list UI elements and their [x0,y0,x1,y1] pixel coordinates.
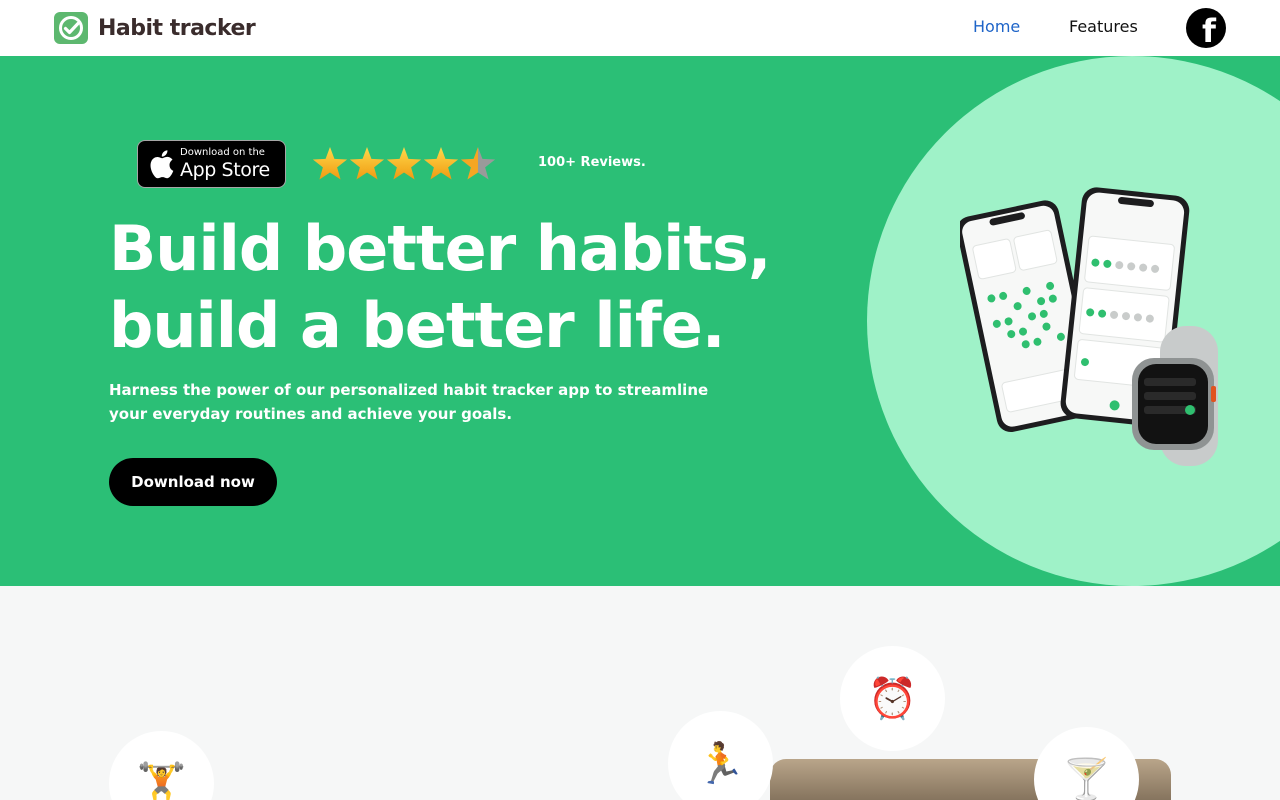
apple-icon [150,150,174,179]
rating-star [460,147,496,180]
facebook-icon[interactable]: f [1186,8,1226,48]
no-alcohol-emoji-icon: 🍸 [1034,727,1139,800]
rating-star [349,147,385,180]
rating-star [386,147,422,180]
alarm-clock-emoji-icon: ⏰ [840,646,945,751]
hero-section: Download on the App Store 100+ Reviews. … [0,56,1280,586]
app-store-big-text: App Store [180,159,270,181]
rating-star [312,147,348,180]
nav-home-link[interactable]: Home [973,17,1020,36]
hero-headline: Build better habits, build a better life… [109,210,789,364]
weightlifter-emoji-icon: 🏋 [109,731,214,800]
app-store-small-text: Download on the [180,147,265,158]
logo-check-icon [54,12,88,44]
phone-watch-mockup-image [960,187,1218,466]
download-now-button[interactable]: Download now [109,458,277,506]
headline-line-2: build a better life. [109,289,725,362]
logo-text: Habit tracker [98,15,256,41]
app-store-badge[interactable]: Download on the App Store [137,140,286,188]
runner-emoji-icon: 🏃 [668,711,773,800]
site-header: Habit tracker Home Features f [0,0,1280,56]
rating-stars [312,147,496,180]
headline-line-1: Build better habits, [109,212,771,285]
reviews-count: 100+ Reviews. [538,155,646,170]
rating-star [423,147,459,180]
logo[interactable]: Habit tracker [54,12,256,44]
hero-subheadline: Harness the power of our personalized ha… [109,381,709,423]
nav-features-link[interactable]: Features [1069,17,1138,36]
